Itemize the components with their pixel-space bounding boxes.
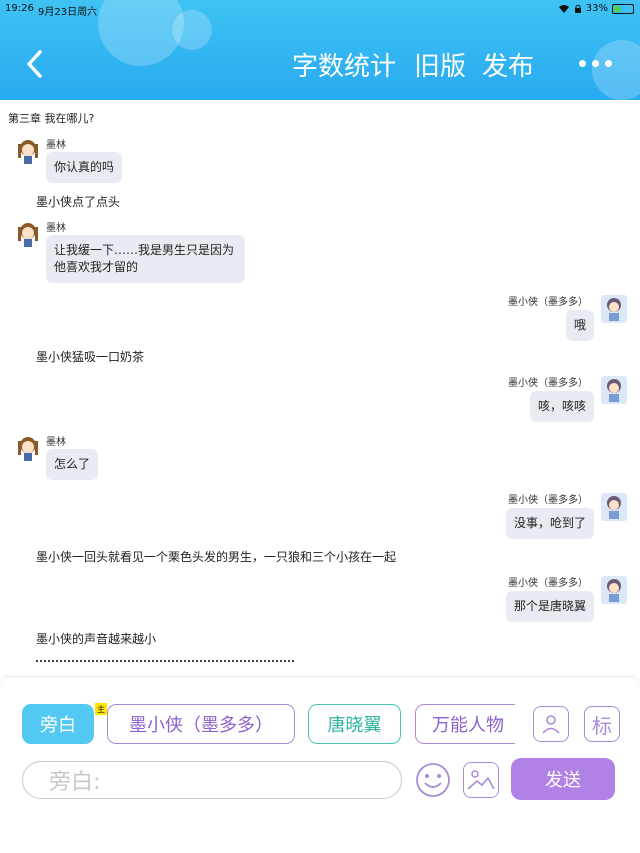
status-date: 9月23日周六 — [38, 7, 98, 18]
avatar-molin-icon[interactable] — [14, 138, 42, 168]
role-narration-button[interactable]: 旁白 — [22, 704, 94, 744]
speaker-name: 墨小侠（墨多多） — [508, 495, 588, 506]
narration-text[interactable]: 墨小侠一回头就看见一个栗色头发的男生，一只狼和三个小孩在一起 — [36, 548, 396, 565]
status-bar: 19:26 9月23日周六 33% — [0, 0, 640, 18]
narration-text[interactable]: 墨小侠猛吸一口奶茶 — [36, 348, 144, 365]
speaker-name: 墨小侠（墨多多） — [508, 297, 588, 308]
emoji-icon[interactable] — [414, 761, 452, 799]
avatar-molin-icon[interactable] — [14, 221, 42, 251]
more-options-icon[interactable] — [579, 60, 612, 67]
old-version-button[interactable]: 旧版 — [414, 46, 466, 83]
chat-bubble[interactable]: 哦 — [565, 310, 594, 341]
back-arrow-icon[interactable] — [20, 46, 50, 82]
image-icon[interactable] — [463, 762, 499, 798]
avatar-moxiaoxia-icon[interactable] — [600, 294, 628, 324]
battery-percent: 33% — [585, 3, 608, 14]
chat-bubble[interactable]: 咳，咳咳 — [529, 391, 594, 422]
speaker-name: 墨小侠（墨多多） — [508, 578, 588, 589]
role-universal-button[interactable]: 万能人物 — [415, 704, 515, 744]
publish-button[interactable]: 发布 — [482, 46, 534, 83]
avatar-moxiaoxia-icon[interactable] — [600, 375, 628, 405]
top-bar: 19:26 9月23日周六 33% 字数统计 旧版 发布 — [0, 0, 640, 100]
dotted-divider — [36, 660, 294, 662]
battery-fill — [614, 5, 620, 12]
chapter-title: 第三章 我在哪儿? — [8, 112, 95, 125]
composer-panel: 旁白 主 墨小侠（墨多多） 唐晓翼 万能人物 标 旁白: 发送 — [0, 676, 640, 853]
speaker-name: 墨小侠（墨多多） — [508, 378, 588, 389]
chat-bubble[interactable]: 怎么了 — [46, 449, 99, 480]
add-character-icon[interactable] — [533, 706, 569, 742]
send-button[interactable]: 发送 — [511, 758, 615, 800]
speaker-name: 墨林 — [46, 140, 66, 151]
word-count-button[interactable]: 字数统计 — [292, 46, 396, 83]
speaker-name: 墨林 — [46, 437, 66, 448]
chat-bubble[interactable]: 没事，呛到了 — [505, 508, 594, 539]
chat-bubble[interactable]: 那个是唐晓翼 — [505, 591, 594, 622]
role-moxiaoxia-button[interactable]: 墨小侠（墨多多） — [107, 704, 295, 744]
avatar-moxiaoxia-icon[interactable] — [600, 492, 628, 522]
master-badge: 主 — [95, 703, 107, 715]
avatar-moxiaoxia-icon[interactable] — [600, 575, 628, 605]
message-input[interactable]: 旁白: — [22, 761, 402, 799]
status-time: 19:26 — [5, 3, 34, 14]
battery-icon — [612, 3, 634, 14]
avatar-molin-icon[interactable] — [14, 435, 42, 465]
narration-text[interactable]: 墨小侠点了点头 — [36, 193, 120, 210]
speaker-name: 墨林 — [46, 223, 66, 234]
tag-button[interactable]: 标 — [584, 706, 620, 742]
status-right: 33% — [558, 3, 634, 14]
orientation-lock-icon — [574, 4, 581, 13]
role-tangxiaoyi-button[interactable]: 唐晓翼 — [308, 704, 401, 744]
decor-bubble — [592, 40, 640, 100]
chat-bubble[interactable]: 让我缓一下……我是男生只是因为他喜欢我才留的 — [46, 235, 245, 283]
wifi-icon — [558, 4, 569, 13]
narration-text[interactable]: 墨小侠的声音越来越小 — [36, 630, 156, 647]
chat-bubble[interactable]: 你认真的吗 — [46, 152, 123, 183]
